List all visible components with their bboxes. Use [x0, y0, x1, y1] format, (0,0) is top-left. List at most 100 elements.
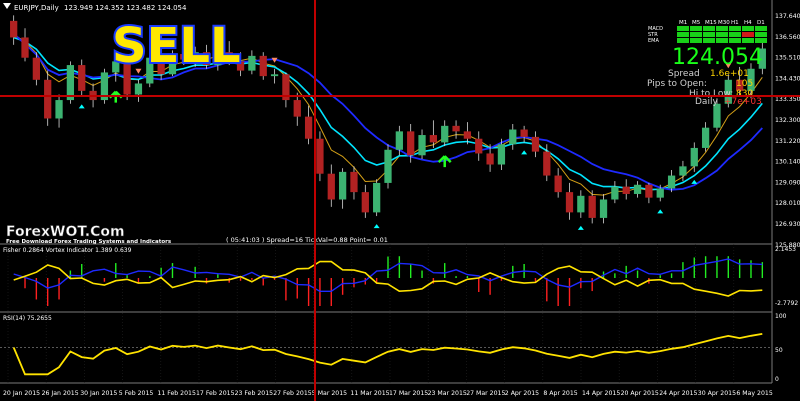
signal-grid	[677, 26, 767, 43]
time-tick-label: 11 Feb 2015	[157, 390, 196, 397]
time-tick-label: 27 Mar 2015	[466, 390, 505, 397]
candle-body	[577, 195, 585, 213]
time-tick-label: 2 Apr 2015	[505, 390, 539, 397]
candle-body	[418, 135, 426, 156]
time-tick-label: 27 Feb 2015	[273, 390, 312, 397]
candle-body	[543, 151, 551, 176]
candle-body	[611, 186, 619, 200]
rsi-axis-100: 100	[775, 313, 787, 320]
candle-body	[679, 166, 687, 176]
signal-cell	[677, 38, 689, 43]
time-tick-label: 6 May 2015	[736, 390, 772, 397]
candle-body	[134, 83, 143, 95]
signal-cell	[742, 26, 754, 31]
daily-value: +7e+03	[724, 97, 762, 107]
time-tick-label: 5 Feb 2015	[119, 390, 154, 397]
candle-body	[452, 125, 460, 132]
signal-cell	[703, 38, 715, 43]
time-tick-label: 26 Jan 2015	[42, 390, 79, 397]
signal-cell	[729, 32, 741, 37]
price-tick-label: 132.300	[775, 117, 800, 124]
symbol-title: EURJPY,Daily	[14, 4, 59, 12]
rsi-panel-title: RSI(14) 75.2655	[3, 315, 52, 322]
candle-body	[475, 138, 483, 154]
candle-body	[10, 20, 18, 38]
signal-cell	[690, 38, 702, 43]
candle-body	[701, 127, 710, 148]
price-tick-label: 128.010	[775, 200, 800, 207]
time-tick-label: 11 Mar 2015	[350, 390, 389, 397]
candle-body	[599, 199, 608, 218]
timeframe-label: H4	[744, 20, 752, 26]
candle-body	[316, 138, 324, 174]
pips-label: Pips to Open:	[647, 79, 707, 89]
time-tick-label: 17 Feb 2015	[196, 390, 235, 397]
spread-value: 1.6e+01	[710, 69, 749, 79]
candle-body	[32, 57, 40, 80]
signal-cell	[703, 32, 715, 37]
candle-body	[565, 192, 574, 213]
candle-body	[520, 129, 528, 137]
brand-tagline: Free Download Forex Trading Systems and …	[6, 239, 172, 245]
candle-body	[361, 192, 369, 213]
signal-cell	[716, 38, 728, 43]
candle-body	[429, 135, 438, 143]
trading-chart[interactable]: 137.640 136.560 135.510 134.430 133.350 132.3…	[0, 0, 800, 401]
rsi-axis-0: 0	[775, 376, 779, 383]
signal-cell	[729, 26, 741, 31]
timeframe-label: H1	[731, 20, 739, 26]
candle-body	[384, 149, 392, 183]
time-tick-label: 23 Mar 2015	[428, 390, 467, 397]
candle-body	[350, 171, 358, 193]
time-tick-label: 20 Jan 2015	[3, 390, 40, 397]
candle-body	[270, 74, 279, 77]
candle-body	[248, 55, 256, 71]
timeframe-label: D1	[757, 20, 765, 26]
signal-cell	[729, 38, 741, 43]
signal-cell	[742, 32, 754, 37]
candle-body	[55, 100, 63, 119]
candle-body	[463, 131, 472, 139]
candle-body	[486, 153, 494, 165]
candle-body	[497, 144, 506, 165]
signal-cell	[742, 38, 754, 43]
candle-body	[78, 65, 86, 91]
timeframe-label: M15	[705, 20, 717, 26]
signal-cell	[755, 26, 767, 31]
timeframe-label: M30	[718, 20, 730, 26]
price-tick-label: 137.640	[775, 13, 800, 20]
candle-body	[327, 173, 335, 200]
time-tick-label: 17 Mar 2015	[389, 390, 428, 397]
timeframe-label: M5	[692, 20, 701, 26]
fisher-axis-min: -2.7792	[775, 300, 798, 307]
candle-body	[293, 100, 301, 117]
candle-body	[713, 103, 721, 128]
time-tick-label: 20 Apr 2015	[621, 390, 659, 397]
rsi-axis-50: 50	[775, 347, 783, 354]
price-tick-label: 129.090	[775, 179, 800, 186]
daily-label: Daily	[695, 97, 718, 107]
candle-body	[304, 116, 313, 139]
signal-cell	[690, 26, 702, 31]
candle-body	[588, 195, 596, 218]
candle-body	[66, 65, 75, 101]
sell-signal-text: SELL	[112, 18, 241, 74]
indicator-row-label: EMA	[648, 38, 659, 44]
time-tick-label: 5 Mar 2015	[312, 390, 347, 397]
signal-cell	[755, 32, 767, 37]
candle-body	[622, 186, 630, 194]
signal-cell	[716, 26, 728, 31]
price-tick-label: 126.930	[775, 221, 800, 228]
price-tick-label: 130.140	[775, 159, 800, 166]
candle-body	[259, 55, 267, 77]
time-tick-label: 14 Apr 2015	[582, 390, 620, 397]
timer-readout: ( 05:41:03 ) Spread=16 TickVal=0.88 Poin…	[226, 236, 388, 244]
candle-body	[554, 175, 562, 193]
candle-body	[44, 79, 52, 119]
signal-cell	[677, 26, 689, 31]
brand-logo: ForexWOT.Com	[6, 224, 125, 240]
candle-body	[633, 184, 642, 194]
fisher-panel-title: Fisher 0.2864 Vortex Indicator 1.389 0.6…	[3, 247, 132, 254]
price-tick-label: 134.430	[775, 75, 800, 82]
signal-cell	[690, 32, 702, 37]
